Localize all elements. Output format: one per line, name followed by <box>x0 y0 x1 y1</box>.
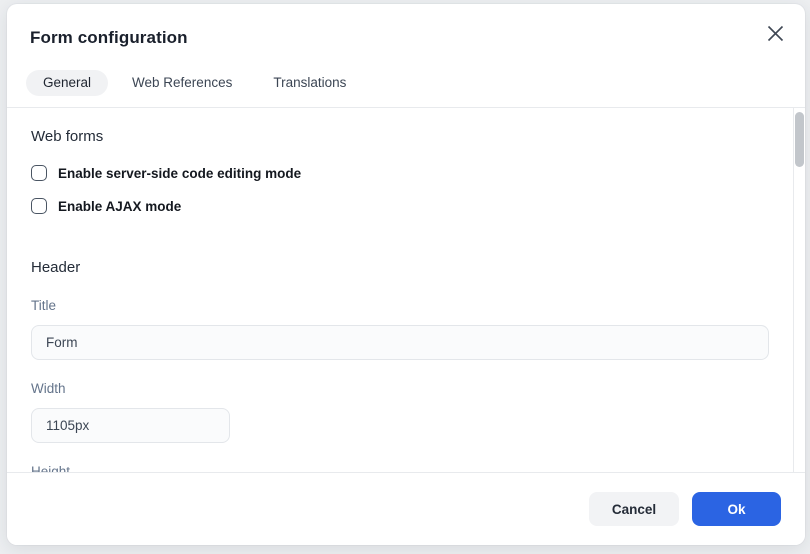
width-input[interactable] <box>31 408 230 443</box>
checkbox-label: Enable server-side code editing mode <box>58 166 301 181</box>
tab-translations[interactable]: Translations <box>256 70 363 96</box>
height-field-label: Height <box>31 464 769 472</box>
tab-bar: General Web References Translations <box>26 70 363 96</box>
width-field-label: Width <box>31 381 769 396</box>
server-side-checkbox[interactable] <box>31 165 47 181</box>
dialog-header: Form configuration General Web Reference… <box>7 4 805 108</box>
cancel-button[interactable]: Cancel <box>589 492 679 526</box>
dialog-footer: Cancel Ok <box>7 472 805 545</box>
title-input[interactable] <box>31 325 769 360</box>
close-icon <box>767 25 784 42</box>
section-heading-web-forms: Web forms <box>31 128 769 146</box>
checkbox-row-ajax[interactable]: Enable AJAX mode <box>31 198 769 214</box>
checkbox-row-server-side[interactable]: Enable server-side code editing mode <box>31 165 769 181</box>
section-heading-header: Header <box>31 259 769 277</box>
form-configuration-dialog: Form configuration General Web Reference… <box>7 4 805 545</box>
checkbox-label: Enable AJAX mode <box>58 199 181 214</box>
ajax-checkbox[interactable] <box>31 198 47 214</box>
dialog-content: Web forms Enable server-side code editin… <box>7 108 805 472</box>
dialog-title: Form configuration <box>30 28 188 48</box>
tab-general[interactable]: General <box>26 70 108 96</box>
scrollbar-track[interactable] <box>793 108 805 472</box>
tab-web-references[interactable]: Web References <box>115 70 249 96</box>
ok-button[interactable]: Ok <box>692 492 781 526</box>
title-field-label: Title <box>31 298 769 313</box>
content-scroll-area: Web forms Enable server-side code editin… <box>7 108 793 472</box>
scrollbar-thumb[interactable] <box>795 112 804 167</box>
close-button[interactable] <box>761 19 789 47</box>
